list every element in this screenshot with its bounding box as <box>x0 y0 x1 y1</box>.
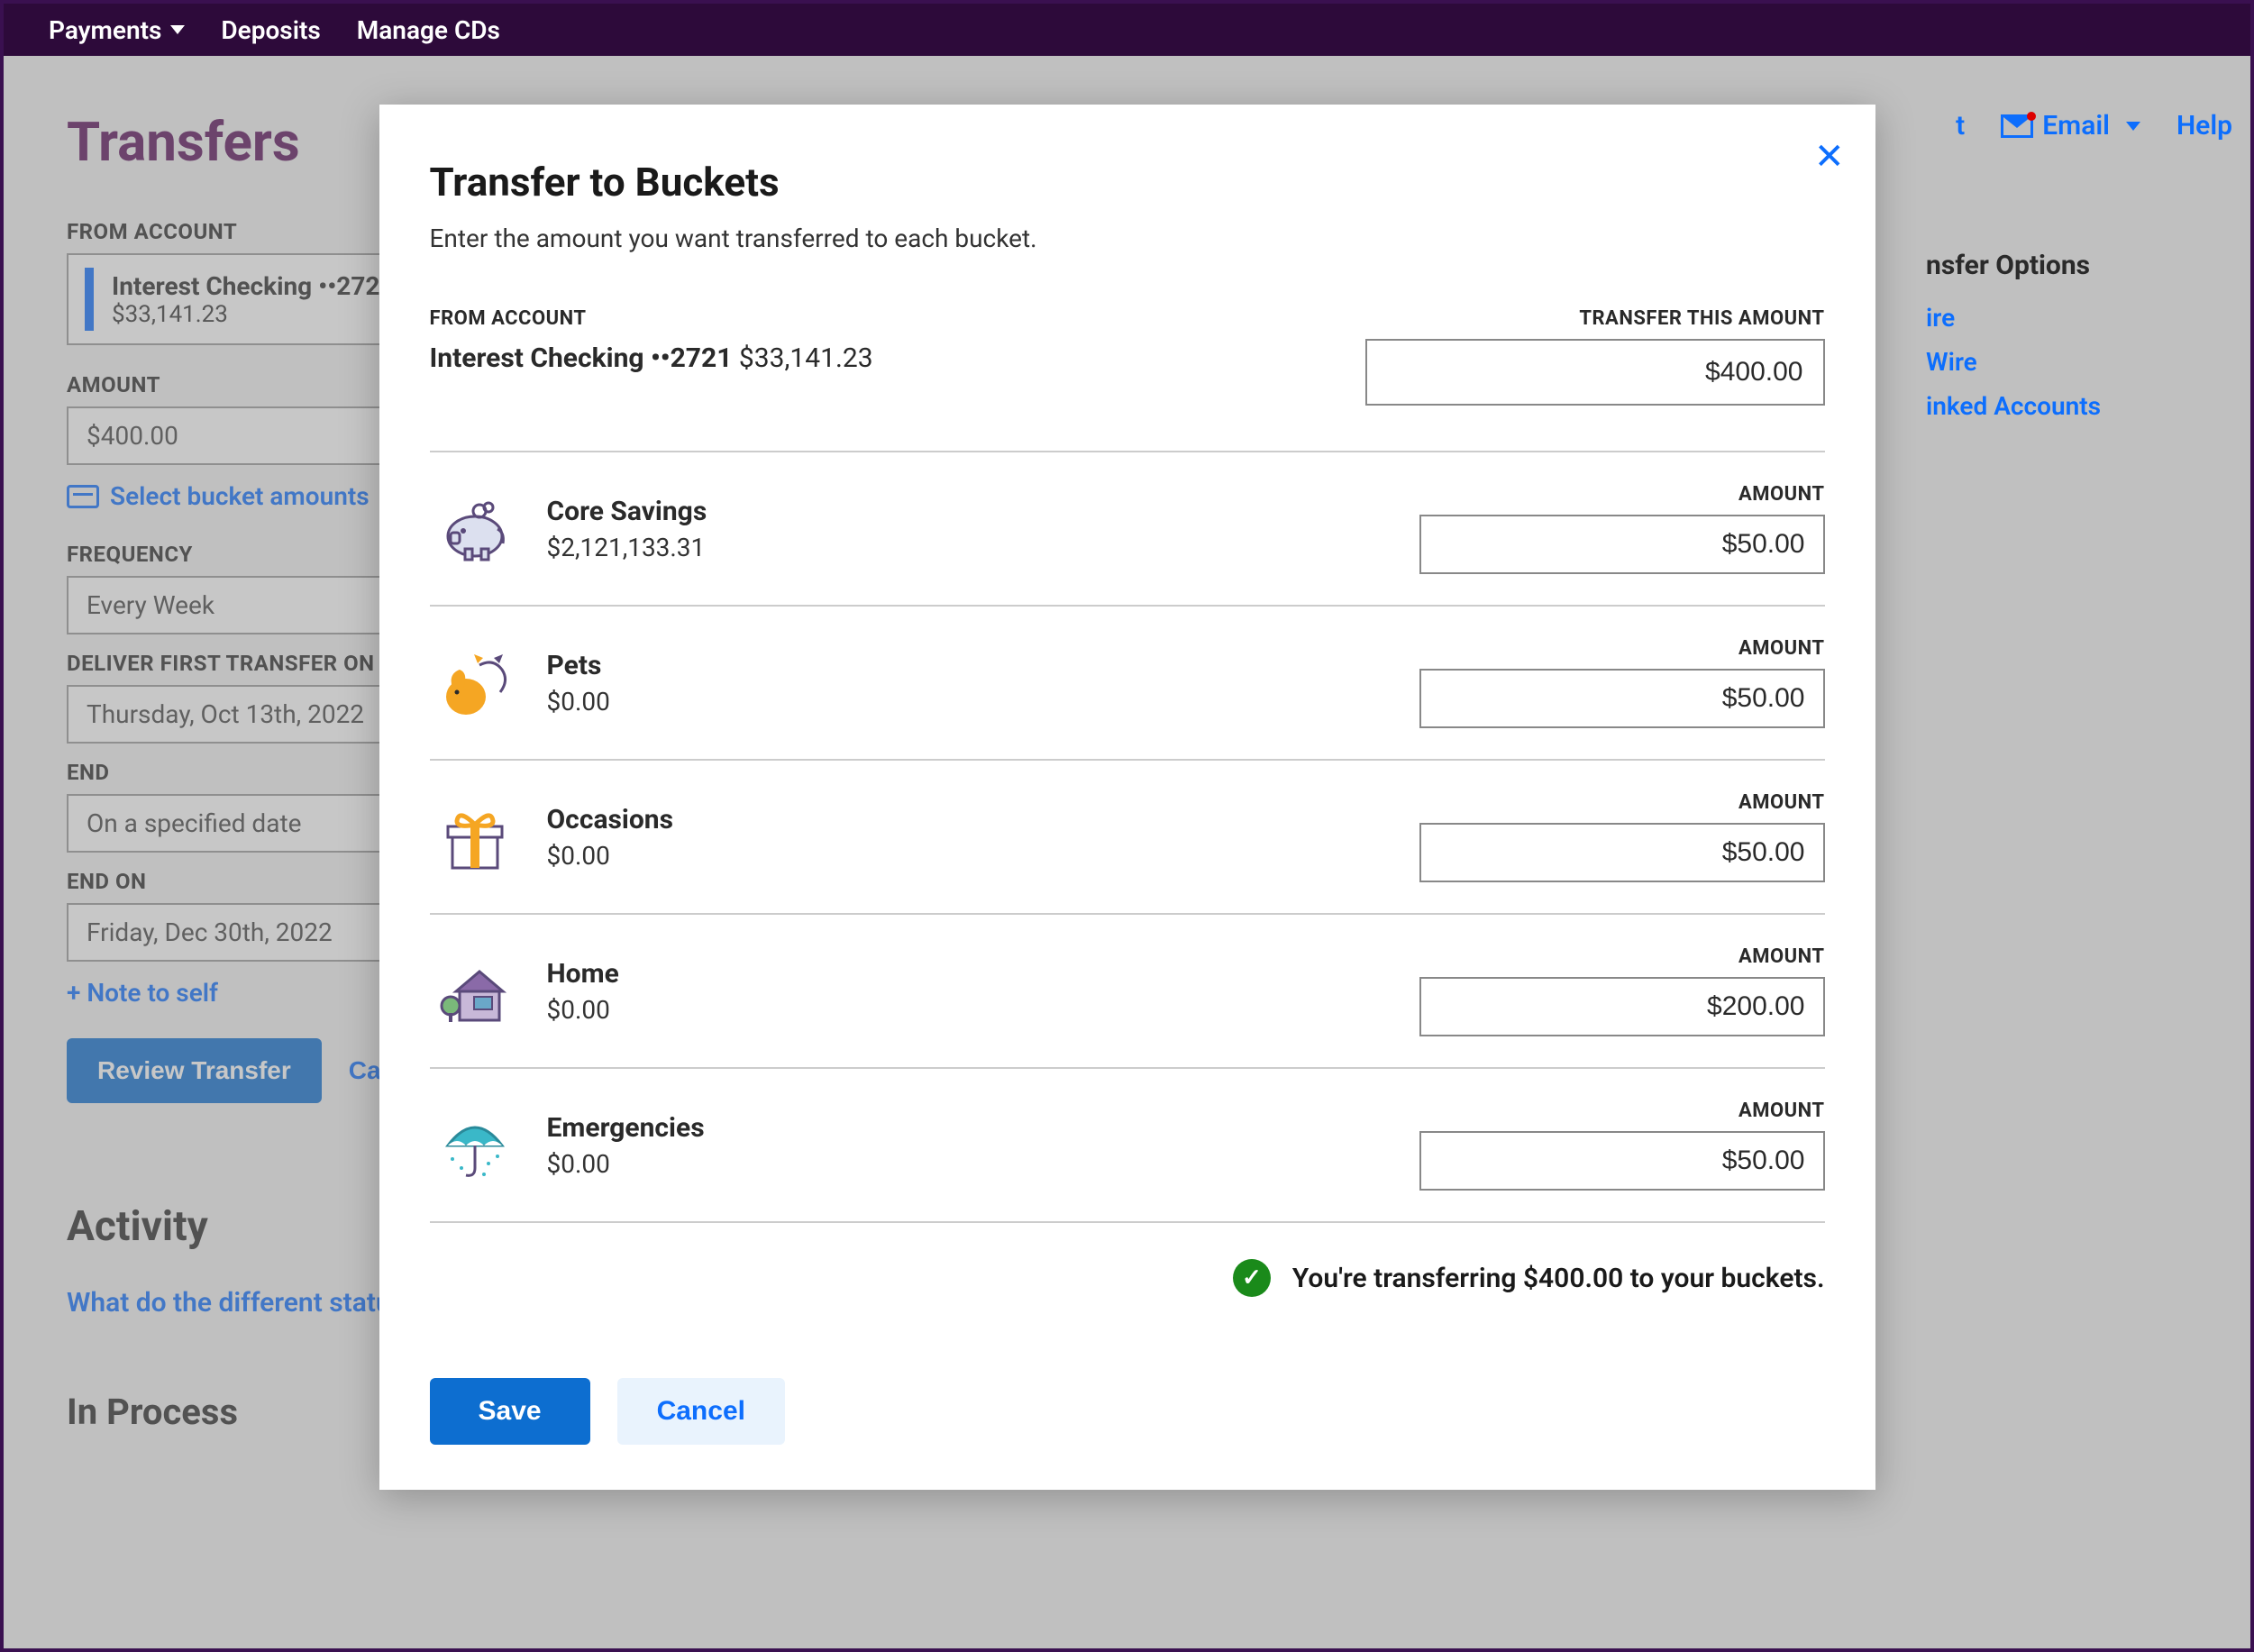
help-link[interactable]: Help <box>2176 110 2232 141</box>
bucket-name: Pets <box>547 650 1392 681</box>
bucket-amount-label: AMOUNT <box>1419 791 1825 814</box>
bucket-amount-input[interactable] <box>1419 669 1825 728</box>
nav-deposits-label: Deposits <box>221 15 320 45</box>
transfer-summary: ✓ You're transferring $400.00 to your bu… <box>430 1223 1825 1315</box>
mail-icon <box>2001 114 2033 138</box>
gift-icon <box>430 801 520 873</box>
bucket-amount-label: AMOUNT <box>1419 945 1825 968</box>
transfer-option-link-3[interactable]: inked Accounts <box>1926 391 2241 421</box>
bucket-balance: $0.00 <box>547 995 1392 1025</box>
bucket-amount-label: AMOUNT <box>1419 1100 1825 1122</box>
bucket-amount-label: AMOUNT <box>1419 637 1825 660</box>
nav-payments-label: Payments <box>49 15 161 45</box>
modal-from-account-balance: $33,141.23 <box>739 342 873 374</box>
bucket-name: Emergencies <box>547 1112 1392 1144</box>
transfer-this-amount-label: TRANSFER THIS AMOUNT <box>1365 307 1825 330</box>
bucket-amount-input[interactable] <box>1419 977 1825 1036</box>
chevron-down-icon <box>2126 122 2140 131</box>
right-column: t Email Help nsfer Options ire Wire inke… <box>1926 110 2250 435</box>
checkmark-icon: ✓ <box>1233 1259 1271 1297</box>
bucket-name: Occasions <box>547 804 1392 835</box>
bucket-row: Occasions $0.00 AMOUNT <box>430 761 1825 915</box>
transfer-this-amount-input[interactable] <box>1365 339 1825 406</box>
nav-manage-cds-label: Manage CDs <box>357 15 500 45</box>
transfer-to-buckets-modal: ✕ Transfer to Buckets Enter the amount y… <box>379 105 1875 1490</box>
bucket-row: Pets $0.00 AMOUNT <box>430 607 1825 761</box>
nav-payments[interactable]: Payments <box>49 15 185 45</box>
modal-from-account-name: Interest Checking ••2721 <box>430 342 733 374</box>
transfer-option-link-1[interactable]: ire <box>1926 303 2241 333</box>
bucket-balance: $2,121,133.31 <box>547 533 1392 562</box>
bucket-name: Home <box>547 958 1392 990</box>
bucket-amount-label: AMOUNT <box>1419 483 1825 506</box>
bucket-amount-input[interactable] <box>1419 515 1825 574</box>
header-cut-text: t <box>1956 110 1965 141</box>
save-button[interactable]: Save <box>430 1378 590 1445</box>
chevron-down-icon <box>170 25 185 34</box>
email-link[interactable]: Email <box>2001 110 2140 141</box>
bucket-name: Core Savings <box>547 496 1392 527</box>
cancel-button[interactable]: Cancel <box>617 1378 785 1445</box>
top-nav: Payments Deposits Manage CDs <box>0 0 2254 56</box>
piggy-icon <box>430 493 520 565</box>
transfer-options-heading: nsfer Options <box>1926 250 2241 281</box>
bucket-row: Home $0.00 AMOUNT <box>430 915 1825 1069</box>
transfer-summary-text: You're transferring $400.00 to your buck… <box>1292 1263 1825 1294</box>
umbrella-icon <box>430 1109 520 1182</box>
modal-subtitle: Enter the amount you want transferred to… <box>430 224 1825 253</box>
modal-from-account: Interest Checking ••2721 $33,141.23 <box>430 342 873 374</box>
bucket-row: Emergencies $0.00 AMOUNT <box>430 1069 1825 1223</box>
bucket-row: Core Savings $2,121,133.31 AMOUNT <box>430 452 1825 607</box>
home-icon <box>430 955 520 1027</box>
bucket-amount-input[interactable] <box>1419 823 1825 882</box>
bucket-balance: $0.00 <box>547 841 1392 871</box>
nav-manage-cds[interactable]: Manage CDs <box>357 15 500 45</box>
bucket-balance: $0.00 <box>547 687 1392 716</box>
close-icon[interactable]: ✕ <box>1814 135 1845 178</box>
modal-title: Transfer to Buckets <box>430 159 1825 205</box>
nav-deposits[interactable]: Deposits <box>221 15 320 45</box>
modal-from-label: FROM ACCOUNT <box>430 307 873 330</box>
transfer-option-link-2[interactable]: Wire <box>1926 347 2241 377</box>
bucket-amount-input[interactable] <box>1419 1131 1825 1191</box>
bucket-balance: $0.00 <box>547 1149 1392 1179</box>
pet-icon <box>430 647 520 719</box>
